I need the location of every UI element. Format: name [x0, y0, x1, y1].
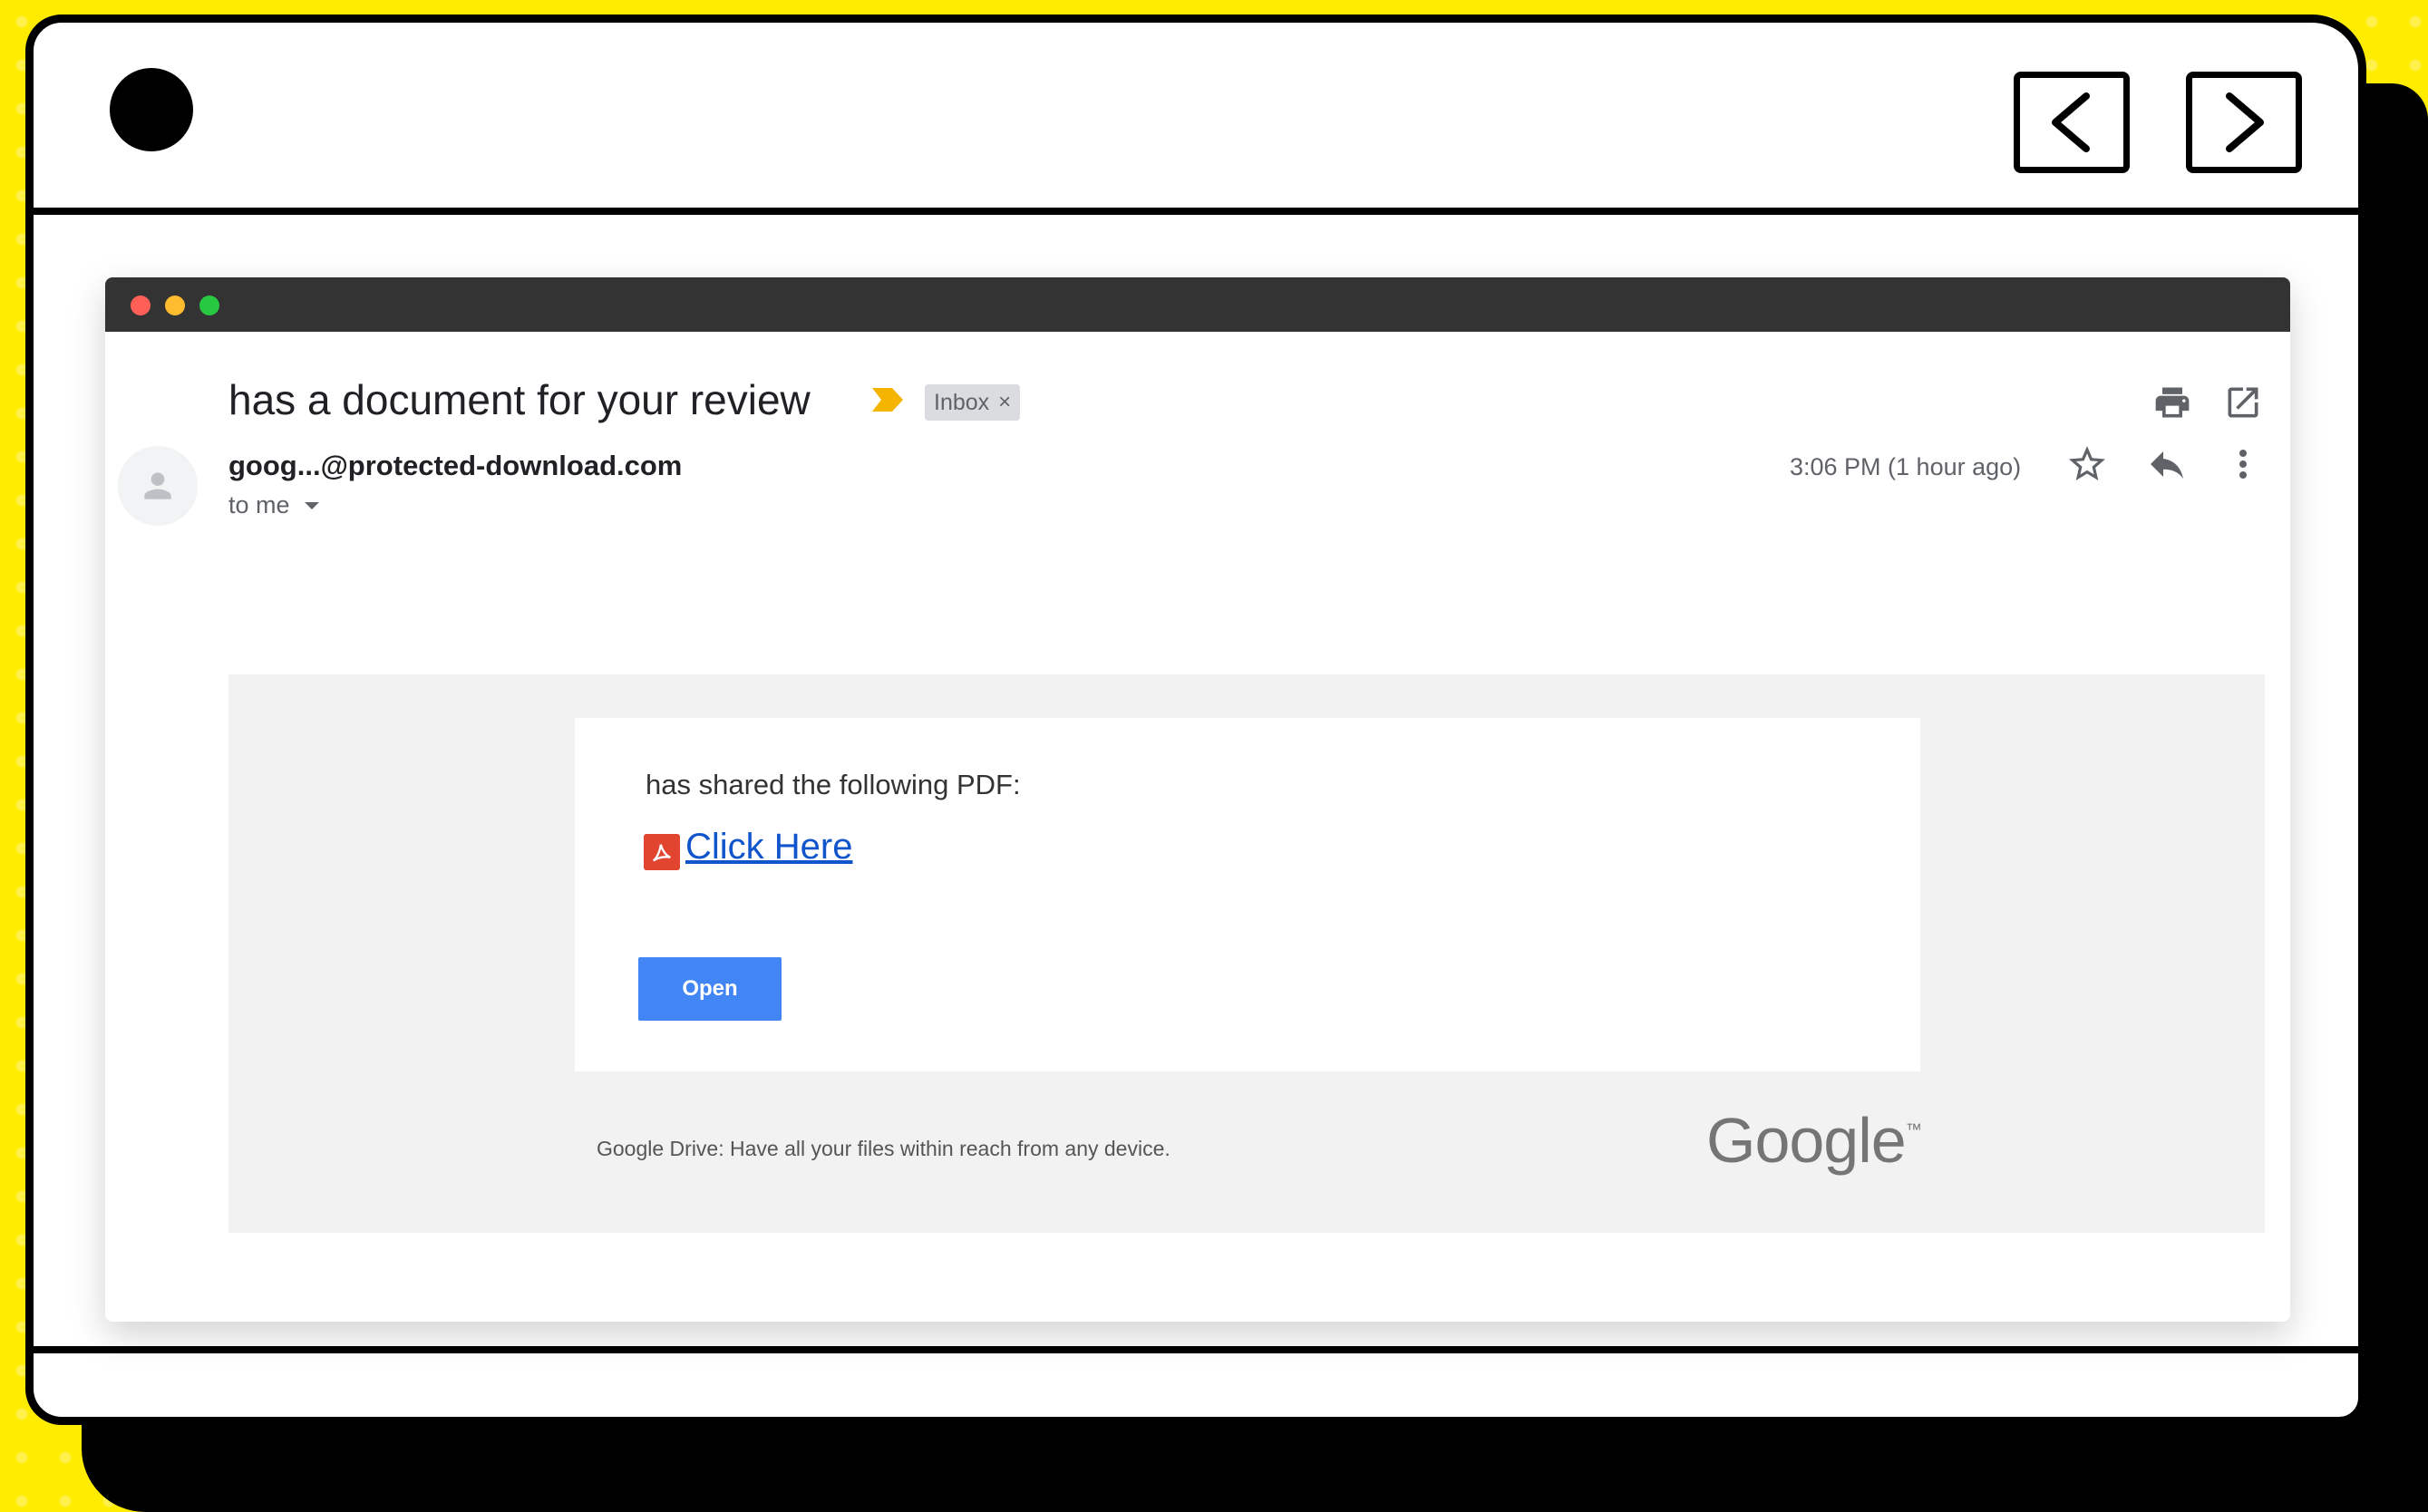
print-icon[interactable]: [2152, 383, 2192, 422]
sketch-browser-toolbar: [34, 23, 2358, 215]
chevron-down-icon: [304, 501, 319, 509]
trademark-mark: ™: [1905, 1120, 1922, 1139]
share-card: has shared the following PDF: Click Here…: [575, 718, 1920, 1071]
email-body: has shared the following PDF: Click Here…: [228, 674, 2265, 1233]
sketch-browser-footer: [34, 1346, 2358, 1417]
back-arrow-icon: [2052, 92, 2090, 152]
star-icon[interactable]: [2065, 442, 2109, 486]
close-window-button[interactable]: [131, 296, 151, 315]
recipient-details-toggle[interactable]: to me: [228, 491, 319, 519]
google-logo-text: Google: [1706, 1105, 1907, 1176]
avatar-person-icon: [144, 472, 171, 499]
email-subject: has a document for your review: [228, 376, 811, 423]
open-in-new-window-icon[interactable]: [2223, 383, 2263, 422]
reply-icon[interactable]: [2145, 442, 2189, 486]
window-titlebar: [105, 277, 2290, 332]
inbox-label-chip: Inbox ×: [925, 384, 1021, 421]
forward-button[interactable]: [2186, 72, 2302, 173]
inbox-label-text: Inbox: [934, 389, 990, 415]
sketch-dot: [110, 68, 193, 151]
recipient-text: to me: [228, 491, 290, 519]
email-timestamp: 3:06 PM (1 hour ago): [1790, 453, 2022, 480]
importance-marker-icon[interactable]: [872, 388, 903, 412]
minimize-window-button[interactable]: [165, 296, 185, 315]
pdf-link[interactable]: Click Here: [685, 827, 852, 867]
back-button[interactable]: [2014, 72, 2130, 173]
sender-avatar: [118, 446, 198, 526]
more-vert-icon[interactable]: [2221, 442, 2265, 486]
shared-text: has shared the following PDF:: [646, 769, 1021, 800]
footer-text: Google Drive: Have all your files within…: [597, 1137, 1170, 1160]
pdf-icon: [644, 834, 680, 870]
maximize-window-button[interactable]: [199, 296, 219, 315]
sender-address[interactable]: goog...@protected-download.com: [228, 450, 682, 482]
email-window: has a document for your review Inbox × g…: [105, 277, 2290, 1322]
google-logo: Google™: [1706, 1104, 1922, 1177]
open-button[interactable]: Open: [638, 957, 782, 1021]
forward-arrow-icon: [2226, 92, 2264, 152]
remove-label-icon[interactable]: ×: [998, 390, 1011, 415]
acrobat-glyph-icon: [652, 844, 671, 862]
